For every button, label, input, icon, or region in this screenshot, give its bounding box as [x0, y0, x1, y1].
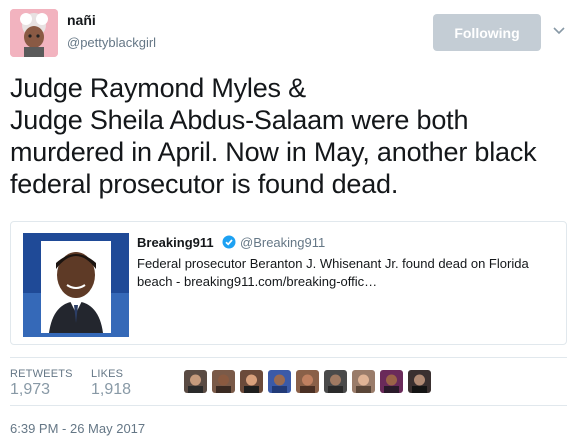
author-display-name[interactable]: nañi	[67, 12, 96, 28]
tweet-text-line: federal prosecutor is found dead.	[10, 169, 399, 199]
tweet-text-line: Judge Sheila Abdus-Salaam were both	[10, 105, 469, 135]
quoted-author-handle[interactable]: @Breaking911	[240, 235, 325, 250]
tweet-timestamp[interactable]: 6:39 PM - 26 May 2017	[10, 421, 145, 436]
divider	[10, 405, 567, 406]
author-avatar[interactable]	[10, 9, 58, 57]
divider	[10, 357, 567, 358]
liker-avatar[interactable]	[296, 370, 319, 393]
chevron-down-icon[interactable]	[553, 26, 565, 36]
liker-avatar[interactable]	[184, 370, 207, 393]
liker-avatar[interactable]	[240, 370, 263, 393]
quoted-tweet-image	[23, 233, 129, 337]
tweet-text-line: Judge Raymond Myles &	[10, 73, 306, 103]
liker-avatar[interactable]	[268, 370, 291, 393]
liker-avatar[interactable]	[380, 370, 403, 393]
following-button[interactable]: Following	[433, 14, 541, 51]
liker-avatar[interactable]	[408, 370, 431, 393]
liker-avatar[interactable]	[352, 370, 375, 393]
liker-avatar[interactable]	[212, 370, 235, 393]
quoted-tweet-text: Federal prosecutor Beranton J. Whisenant…	[137, 256, 529, 289]
tweet-text: Judge Raymond Myles & Judge Sheila Abdus…	[10, 72, 570, 200]
verified-badge-icon	[222, 235, 236, 249]
liker-avatars	[184, 370, 436, 394]
liker-avatar[interactable]	[324, 370, 347, 393]
retweets-label[interactable]: RETWEETS	[10, 368, 73, 380]
quoted-tweet-card[interactable]: Breaking911 @Breaking911 Federal prosecu…	[10, 221, 567, 345]
likes-label[interactable]: LIKES	[91, 368, 123, 380]
quoted-author-name[interactable]: Breaking911	[137, 235, 214, 250]
retweets-count[interactable]: 1,973	[10, 381, 50, 399]
likes-count[interactable]: 1,918	[91, 381, 131, 399]
author-handle[interactable]: @pettyblackgirl	[67, 35, 156, 50]
tweet-text-line: murdered in April. Now in May, another b…	[10, 137, 537, 167]
